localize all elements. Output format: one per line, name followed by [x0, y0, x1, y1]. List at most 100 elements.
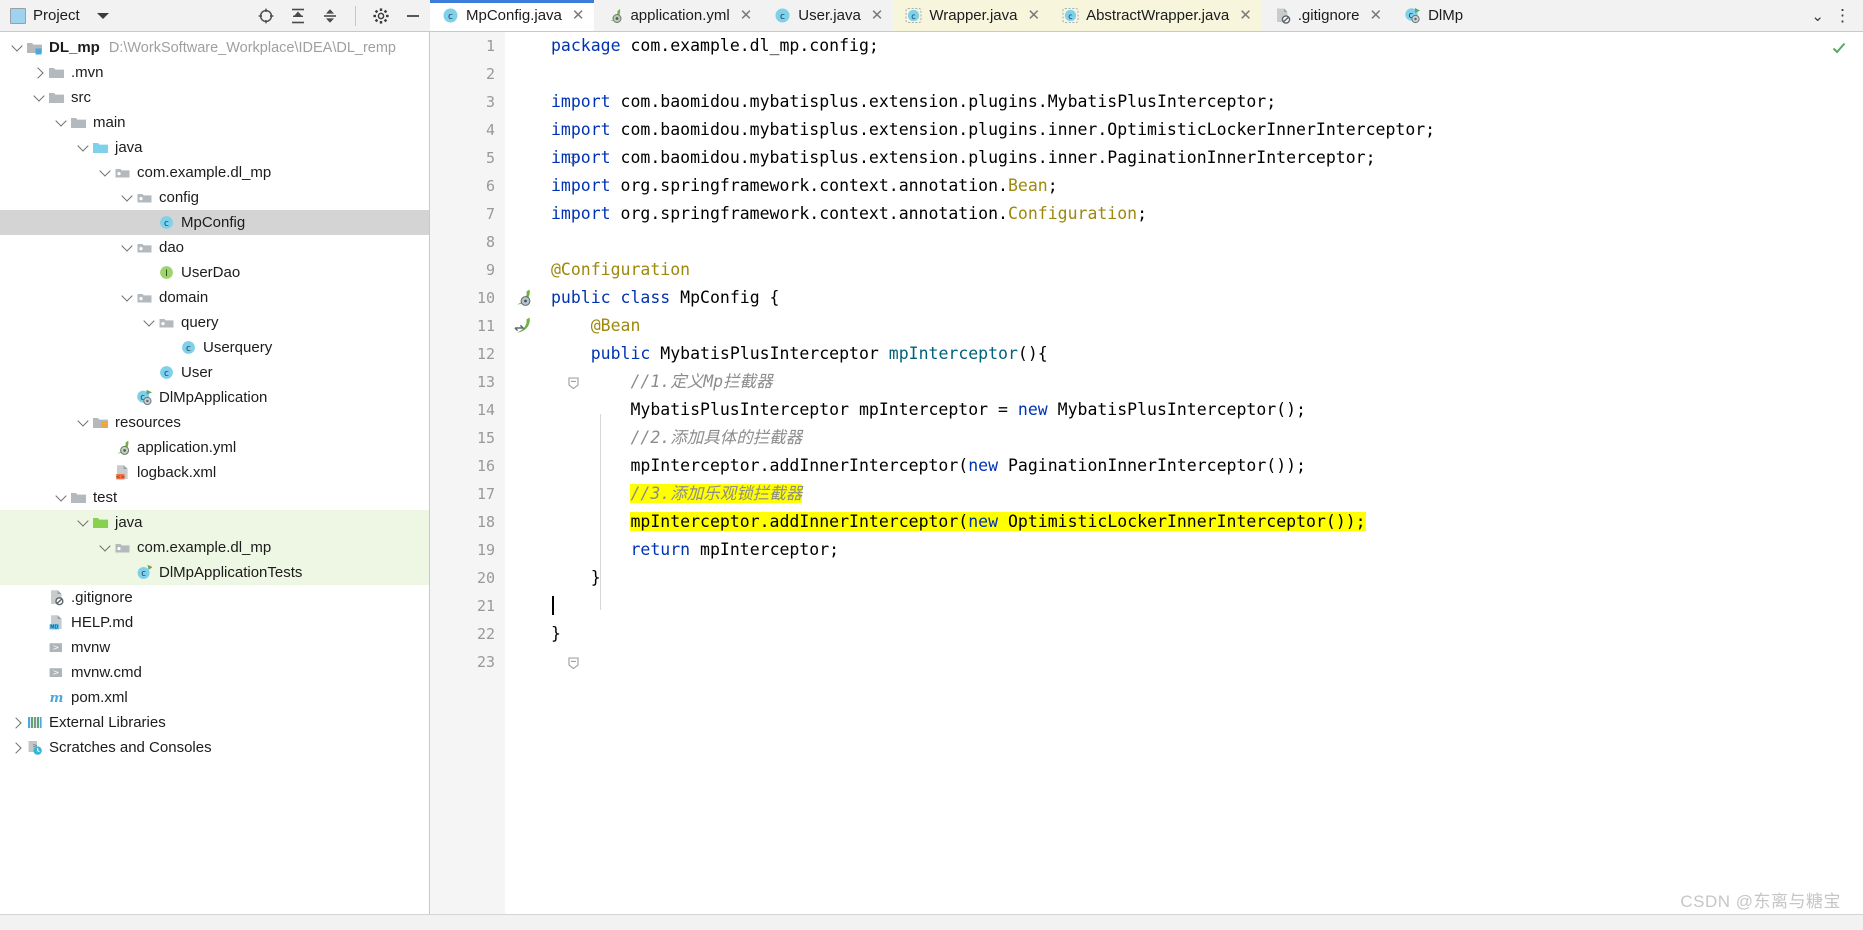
- code-line[interactable]: package com.example.dl_mp.config;: [551, 32, 1849, 60]
- collapse-all-icon[interactable]: [321, 7, 339, 25]
- chevron-down-icon[interactable]: [54, 491, 68, 505]
- code-line[interactable]: [551, 228, 1849, 256]
- chevron-down-icon[interactable]: [76, 516, 90, 530]
- editor-tab-user[interactable]: c User.java ✕: [762, 0, 894, 31]
- editor-gutter-markers[interactable]: [505, 32, 579, 930]
- tree-node-test[interactable]: test: [0, 485, 429, 510]
- tree-node-com-example-dl-mp[interactable]: com.example.dl_mp: [0, 160, 429, 185]
- locate-target-icon[interactable]: [257, 7, 275, 25]
- tree-node-main[interactable]: main: [0, 110, 429, 135]
- tree-node-com-example-dl-mp[interactable]: com.example.dl_mp: [0, 535, 429, 560]
- chevron-down-icon[interactable]: [120, 191, 134, 205]
- inspection-ok-checkmark[interactable]: [1831, 40, 1847, 56]
- chevron-down-icon[interactable]: [120, 241, 134, 255]
- editor-tab-wrapper[interactable]: c Wrapper.java ✕: [893, 0, 1051, 31]
- code-line[interactable]: import com.baomidou.mybatisplus.extensio…: [551, 116, 1849, 144]
- close-icon[interactable]: ✕: [1027, 8, 1040, 23]
- tree-node-userquery[interactable]: c Userquery: [0, 335, 429, 360]
- tree-node-mvnw[interactable]: > mvnw: [0, 635, 429, 660]
- code-line[interactable]: }: [551, 564, 1849, 592]
- code-token: new: [1017, 400, 1048, 419]
- chevron-down-icon[interactable]: [98, 166, 112, 180]
- chevron-down-icon[interactable]: ⌄: [1811, 7, 1824, 25]
- code-line[interactable]: @Bean: [551, 312, 1849, 340]
- code-line[interactable]: [551, 592, 1849, 620]
- editor-tab-gitignore[interactable]: .gitignore ✕: [1261, 0, 1393, 31]
- tree-node-gitignore[interactable]: .gitignore: [0, 585, 429, 610]
- code-line[interactable]: mpInterceptor.addInnerInterceptor(new Op…: [551, 508, 1849, 536]
- code-line[interactable]: }: [551, 620, 1849, 648]
- tree-node-pom-xml[interactable]: m pom.xml: [0, 685, 429, 710]
- code-line[interactable]: MybatisPlusInterceptor mpInterceptor = n…: [551, 396, 1849, 424]
- tree-node-java[interactable]: java: [0, 510, 429, 535]
- tree-node-dlmpapplication[interactable]: c DlMpApplication: [0, 385, 429, 410]
- project-toolwindow-header[interactable]: Project: [10, 7, 109, 24]
- editor-tab-abstractwrapper[interactable]: c AbstractWrapper.java ✕: [1050, 0, 1262, 31]
- tree-node-dl-mp[interactable]: DL_mp D:\WorkSoftware_Workplace\IDEA\DL_r…: [0, 35, 429, 60]
- code-line[interactable]: public class MpConfig {: [551, 284, 1849, 312]
- tree-node-user[interactable]: c User: [0, 360, 429, 385]
- code-line[interactable]: return mpInterceptor;: [551, 536, 1849, 564]
- tree-node-src[interactable]: src: [0, 85, 429, 110]
- code-line[interactable]: import org.springframework.context.annot…: [551, 172, 1849, 200]
- code-editor[interactable]: 1 2 3 4 5 6 7 8 9 10 11 12 13 14 15 16 17 18 19 20 21 22 23 pa…: [430, 32, 1863, 930]
- close-icon[interactable]: ✕: [1239, 8, 1252, 23]
- tree-node-logback-xml[interactable]: <> logback.xml: [0, 460, 429, 485]
- code-line[interactable]: mpInterceptor.addInnerInterceptor(new Pa…: [551, 452, 1849, 480]
- code-line[interactable]: import com.baomidou.mybatisplus.extensio…: [551, 88, 1849, 116]
- close-icon[interactable]: ✕: [1369, 8, 1382, 23]
- chevron-right-icon[interactable]: [10, 716, 24, 730]
- code-line[interactable]: //1.定义Mp拦截器: [551, 368, 1849, 396]
- tree-node-dao[interactable]: dao: [0, 235, 429, 260]
- chevron-right-icon[interactable]: [32, 66, 46, 80]
- tree-node-application-yml[interactable]: application.yml: [0, 435, 429, 460]
- chevron-down-icon[interactable]: [142, 316, 156, 330]
- tree-node-dlmpapplicationtests[interactable]: c DlMpApplicationTests: [0, 560, 429, 585]
- tree-node-resources[interactable]: resources: [0, 410, 429, 435]
- hide-panel-icon[interactable]: [404, 7, 422, 25]
- code-line[interactable]: //2.添加具体的拦截器: [551, 424, 1849, 452]
- gutter-row: [505, 536, 543, 564]
- tree-node-domain[interactable]: domain: [0, 285, 429, 310]
- chevron-down-icon[interactable]: [98, 541, 112, 555]
- tree-node-external-libraries[interactable]: External Libraries: [0, 710, 429, 735]
- code-line[interactable]: @Configuration: [551, 256, 1849, 284]
- chevron-down-icon[interactable]: [10, 41, 24, 55]
- tree-node-java[interactable]: java: [0, 135, 429, 160]
- chevron-down-icon[interactable]: [32, 91, 46, 105]
- code-line[interactable]: [551, 60, 1849, 88]
- editor-tab-mpconfig[interactable]: c MpConfig.java ✕: [430, 0, 595, 31]
- tree-node-scratches-and-consoles[interactable]: > Scratches and Consoles: [0, 735, 429, 760]
- code-line[interactable]: import org.springframework.context.annot…: [551, 200, 1849, 228]
- close-icon[interactable]: ✕: [572, 8, 585, 23]
- editor-tab-dlmp[interactable]: c DlMp: [1392, 0, 1474, 31]
- chevron-right-icon[interactable]: [10, 741, 24, 755]
- chevron-down-icon[interactable]: [96, 12, 109, 19]
- editor-code-area[interactable]: package com.example.dl_mp.config;import …: [543, 32, 1849, 930]
- kebab-menu-icon[interactable]: ⋮: [1834, 7, 1851, 24]
- chevron-down-icon[interactable]: [76, 416, 90, 430]
- chevron-down-icon[interactable]: [120, 291, 134, 305]
- close-icon[interactable]: ✕: [740, 8, 753, 23]
- code-line[interactable]: //3.添加乐观锁拦截器: [551, 480, 1849, 508]
- tree-node-mvnw-cmd[interactable]: > mvnw.cmd: [0, 660, 429, 685]
- code-line[interactable]: import com.baomidou.mybatisplus.extensio…: [551, 144, 1849, 172]
- expand-all-icon[interactable]: [289, 7, 307, 25]
- tree-node-config[interactable]: config: [0, 185, 429, 210]
- tree-node-mvn[interactable]: .mvn: [0, 60, 429, 85]
- tree-node-help-md[interactable]: MD HELP.md: [0, 610, 429, 635]
- chevron-down-icon[interactable]: [76, 141, 90, 155]
- spring-bean-gutter-icon[interactable]: [513, 288, 532, 307]
- spring-bean-method-gutter-icon[interactable]: [513, 316, 532, 335]
- tree-node-label: com.example.dl_mp: [137, 164, 272, 181]
- editor-vertical-scrollbar[interactable]: [1832, 32, 1863, 930]
- tree-node-mpconfig[interactable]: c MpConfig: [0, 210, 429, 235]
- close-icon[interactable]: ✕: [871, 8, 884, 23]
- tree-node-query[interactable]: query: [0, 310, 429, 335]
- tree-node-userdao[interactable]: I UserDao: [0, 260, 429, 285]
- code-line[interactable]: public MybatisPlusInterceptor mpIntercep…: [551, 340, 1849, 368]
- editor-tab-application-yml[interactable]: application.yml ✕: [594, 0, 763, 31]
- code-line[interactable]: [551, 648, 1849, 676]
- chevron-down-icon[interactable]: [54, 116, 68, 130]
- settings-gear-icon[interactable]: [372, 7, 390, 25]
